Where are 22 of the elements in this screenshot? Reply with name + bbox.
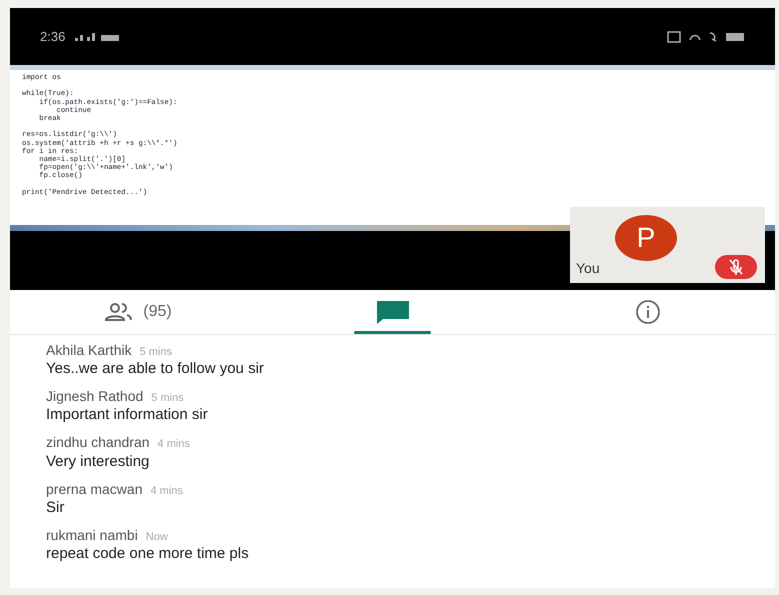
message-text: repeat code one more time pls [46,544,250,563]
author-name: Akhila Karthik [46,342,132,358]
author-name: prerna macwan [46,480,142,497]
chat-icon [376,300,410,324]
self-label: You [576,259,600,278]
message-time: 4 mins [150,484,183,497]
message-time: 4 mins [158,438,190,450]
message-text: Important information sir [46,406,209,424]
message-time: 5 mins [151,392,184,404]
message-text: Yes..we are able to follow you sir [46,360,265,378]
message-time: Now [146,530,168,543]
message-text: Very interesting [46,452,150,471]
message-text: Sir [46,498,66,517]
avatar: P [615,215,677,261]
status-time: 2:36 [40,28,66,46]
signal-icon [73,31,122,42]
author-name: Jignesh Rathod [46,388,144,404]
info-icon [634,299,660,325]
message-time: 5 mins [140,346,172,358]
author-name: rukmani nambi [46,526,138,543]
author-name: zindhu chandran [46,434,150,450]
battery-icon [725,32,745,42]
